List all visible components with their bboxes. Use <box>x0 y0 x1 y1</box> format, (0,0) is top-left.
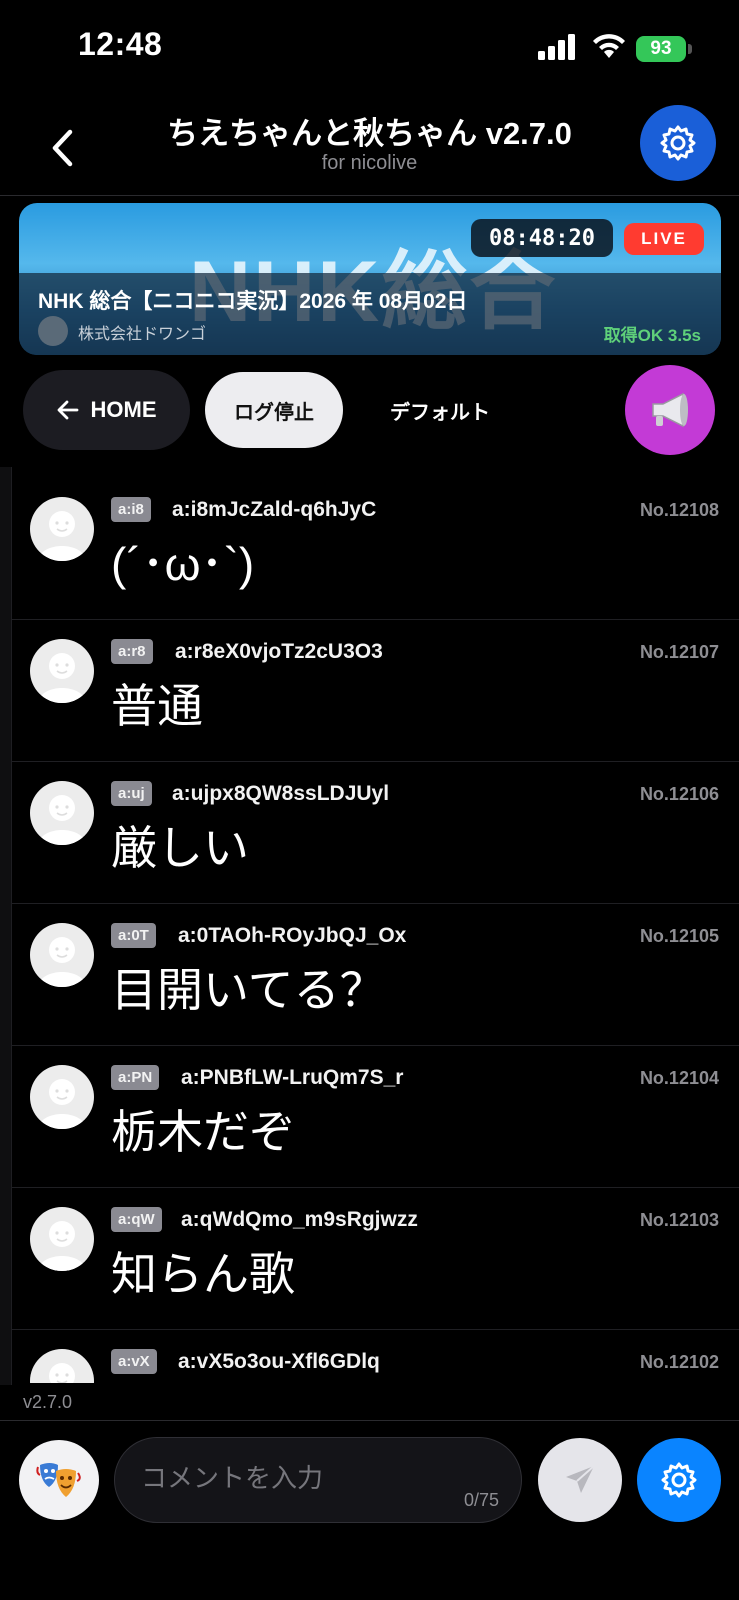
arrow-left-icon <box>57 400 78 420</box>
user-id: a:qWdQmo_m9sRgjwzz <box>181 1208 418 1231</box>
fetch-status: 取得OK 3.5s <box>603 326 701 345</box>
channel-name: 株式会社ドワンゴ <box>78 326 207 343</box>
user-tag: a:PN <box>111 1065 160 1090</box>
default-button[interactable]: デフォルト <box>365 372 515 448</box>
user-id: a:PNBfLW-LruQm7S_r <box>181 1066 404 1089</box>
comment-input-container: 0/75 <box>114 1437 522 1523</box>
home-button[interactable]: HOME <box>23 370 190 450</box>
user-tag: a:r8 <box>111 639 153 664</box>
cellular-signal-icon <box>538 34 575 60</box>
battery-tip <box>688 44 692 54</box>
send-button[interactable] <box>538 1438 622 1522</box>
log-stop-button[interactable]: ログ停止 <box>205 372 343 448</box>
comment-number: No.12103 <box>639 1210 719 1230</box>
comment-row[interactable]: a:vX a:vX5o3ou-Xfl6GDlq No.12102 <box>12 1330 739 1383</box>
comment-input-bar: 0/75 <box>0 1420 739 1600</box>
default-avatar-icon <box>30 639 94 703</box>
mask-icon <box>36 1463 81 1497</box>
comment-row[interactable]: a:PN a:PNBfLW-LruQm7S_r No.12104 栃木だぞ <box>12 1046 739 1188</box>
default-avatar-icon <box>30 781 94 845</box>
live-badge: LIVE <box>624 223 704 255</box>
live-banner[interactable]: NHK総合 08:48:20 LIVE NHK 総合【ニコニコ実況】2026 年… <box>19 203 721 355</box>
channel-avatar <box>38 316 68 346</box>
elapsed-timer: 08:48:20 <box>471 219 613 257</box>
default-avatar-icon <box>30 1207 94 1271</box>
status-time: 12:48 <box>78 26 163 62</box>
status-bar: 12:48 93 <box>0 0 739 100</box>
comment-text: 栃木だぞ <box>111 1106 295 1158</box>
comment-number: No.12106 <box>639 784 719 804</box>
comment-text: 知らん歌 <box>111 1248 295 1300</box>
comment-list[interactable]: a:i8 a:i8mJcZald-q6hJyC No.12108 (´･ω･`)… <box>12 478 739 1383</box>
wifi-icon <box>593 34 625 58</box>
comment-number: No.12107 <box>639 642 719 662</box>
gear-icon <box>660 125 696 161</box>
app-header: ちえちゃんと秋ちゃん v2.7.0 for nicolive <box>0 100 739 196</box>
send-icon <box>566 1465 595 1493</box>
user-id: a:ujpx8QW8ssLDJUyl <box>172 782 390 805</box>
app-subtitle: for nicolive <box>321 152 418 174</box>
settings-button-bottom[interactable] <box>637 1438 721 1522</box>
user-id: a:r8eX0vjoTz2cU3O3 <box>175 640 383 663</box>
comment-row[interactable]: a:i8 a:i8mJcZald-q6hJyC No.12108 (´･ω･`) <box>12 478 739 620</box>
comment-text: 目開いてる？ <box>111 964 386 1016</box>
default-avatar-icon <box>30 1349 94 1383</box>
default-avatar-icon <box>30 1065 94 1129</box>
comment-number: No.12104 <box>639 1068 719 1088</box>
home-button-label: HOME <box>90 397 157 422</box>
megaphone-icon <box>652 392 688 428</box>
comment-number: No.12108 <box>639 500 719 520</box>
user-tag: a:i8 <box>111 497 151 522</box>
user-id: a:0TAOh-ROyJbQJ_Ox <box>178 924 407 947</box>
comment-text: (´･ω･`) <box>111 538 255 590</box>
default-avatar-icon <box>30 497 94 561</box>
user-tag: a:vX <box>111 1349 157 1374</box>
gear-icon <box>661 1462 697 1498</box>
announce-button[interactable] <box>625 365 715 455</box>
comment-row[interactable]: a:r8 a:r8eX0vjoTz2cU3O3 No.12107 普通 <box>12 620 739 762</box>
user-id: a:i8mJcZald-q6hJyC <box>172 498 377 521</box>
list-scroll-edge <box>0 467 12 1385</box>
user-id: a:vX5o3ou-Xfl6GDlq <box>178 1350 380 1373</box>
program-title: NHK 総合【ニコニコ実況】2026 年 08月02日 <box>38 290 468 313</box>
comment-text: 厳しい <box>111 822 249 874</box>
comment-number: No.12105 <box>639 926 719 946</box>
mask-button[interactable] <box>19 1440 99 1520</box>
character-counter: 0/75 <box>463 1490 499 1510</box>
comment-row[interactable]: a:0T a:0TAOh-ROyJbQJ_Ox No.12105 目開いてる？ <box>12 904 739 1046</box>
user-tag: a:0T <box>111 923 156 948</box>
user-tag: a:uj <box>111 781 152 806</box>
app-title: ちえちゃんと秋ちゃん v2.7.0 <box>167 116 572 151</box>
comment-row[interactable]: a:uj a:ujpx8QW8ssLDJUyl No.12106 厳しい <box>12 762 739 904</box>
default-avatar-icon <box>30 923 94 987</box>
battery-indicator: 93 <box>636 36 686 62</box>
settings-button[interactable] <box>640 105 716 181</box>
comment-row[interactable]: a:qW a:qWdQmo_m9sRgjwzz No.12103 知らん歌 <box>12 1188 739 1330</box>
version-label: v2.7.0 <box>23 1392 73 1412</box>
user-tag: a:qW <box>111 1207 162 1232</box>
comment-text: 普通 <box>111 680 203 732</box>
comment-number: No.12102 <box>639 1352 719 1372</box>
comment-input[interactable] <box>141 1458 441 1498</box>
